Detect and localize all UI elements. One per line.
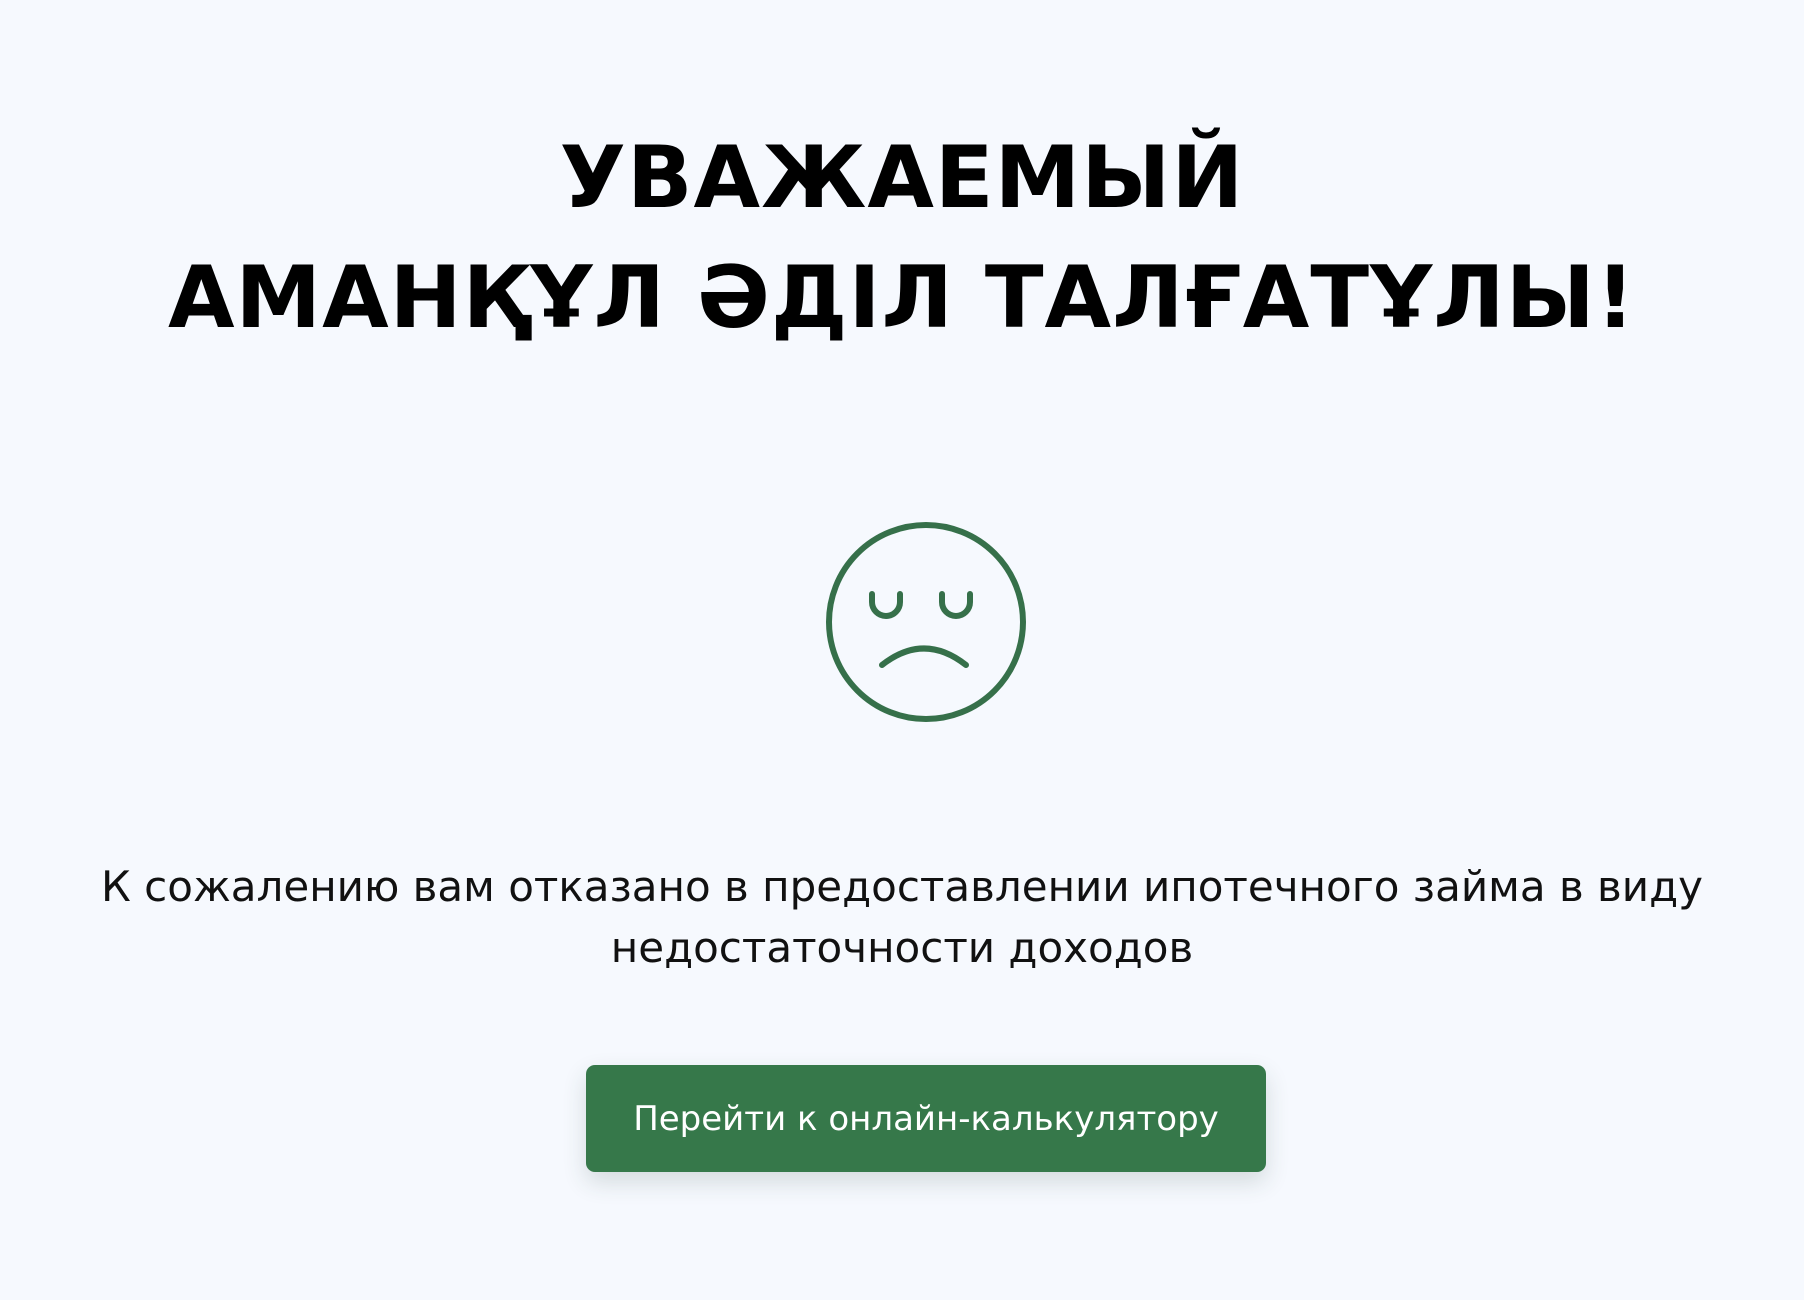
greeting-line-name: АМАНҚҰЛ ӘДІЛ ТАЛҒАТҰЛЫ! bbox=[167, 248, 1637, 348]
greeting-line-salutation: УВАЖАЕМЫЙ bbox=[559, 128, 1245, 228]
online-calculator-button[interactable]: Перейти к онлайн-калькулятору bbox=[586, 1065, 1266, 1172]
rejection-message: К сожалению вам отказано в предоставлени… bbox=[100, 862, 1703, 972]
rejection-page: УВАЖАЕМЫЙ АМАНҚҰЛ ӘДІЛ ТАЛҒАТҰЛЫ! К сожа… bbox=[0, 0, 1804, 1300]
sad-face-icon bbox=[826, 522, 1026, 722]
greeting-title: УВАЖАЕМЫЙ АМАНҚҰЛ ӘДІЛ ТАЛҒАТҰЛЫ! bbox=[0, 118, 1804, 358]
